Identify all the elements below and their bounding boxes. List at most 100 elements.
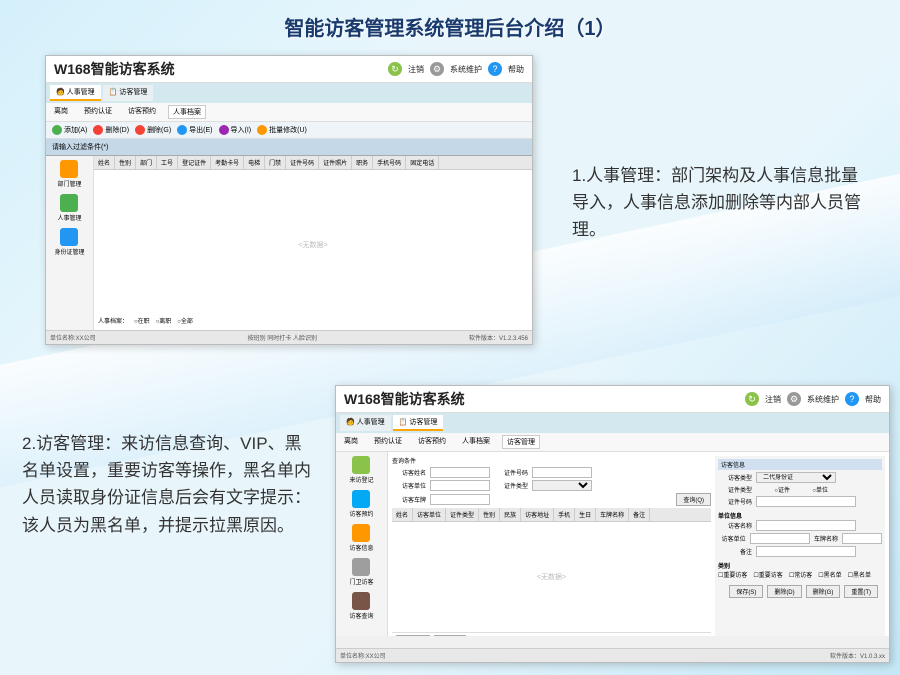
main-tabs: 🧑 人事管理 📋 访客管理 (46, 83, 532, 103)
col-header[interactable]: 手机号码 (373, 156, 406, 169)
select-type[interactable]: 二代身份证 (756, 472, 836, 483)
export-button[interactable]: 导出(E) (177, 125, 212, 135)
sidebar-item-guard[interactable]: 门卫访客 (349, 558, 373, 586)
col-header[interactable]: 访客地址 (521, 508, 554, 521)
title-bar: W168智能访客系统 ↻注销 ⚙系统维护 ?帮助 (46, 56, 532, 83)
col-header[interactable]: 姓名 (94, 156, 115, 169)
chk-vip[interactable]: ☐重要访客 (718, 570, 747, 579)
import-button[interactable]: 导入(I) (219, 125, 252, 135)
col-header[interactable]: 证件类型 (446, 508, 479, 521)
col-header[interactable]: 登记证件 (178, 156, 211, 169)
logout-icon[interactable]: ↻ (745, 392, 759, 406)
sidebar-item-dept[interactable]: 部门管理 (57, 160, 81, 188)
col-header[interactable]: 性别 (115, 156, 136, 169)
subtab-active[interactable]: 人事档案 (168, 105, 206, 119)
chk-vip2[interactable]: ☐重要访客 (753, 570, 782, 579)
col-header[interactable]: 备注 (629, 508, 650, 521)
col-header[interactable]: 车牌名称 (596, 508, 629, 521)
radio-active[interactable]: ○在职 (134, 316, 150, 325)
col-header[interactable]: 证件号码 (286, 156, 319, 169)
delete-g-button[interactable]: 删除(G) (806, 585, 841, 598)
filter-bar[interactable]: 请输入过滤条件(*) (46, 139, 532, 156)
sidebar-item-appoint[interactable]: 访客预约 (349, 490, 373, 518)
subtab[interactable]: 访客预约 (124, 105, 160, 119)
app-window-hr: W168智能访客系统 ↻注销 ⚙系统维护 ?帮助 🧑 人事管理 📋 访客管理 离… (45, 55, 533, 345)
tab-visitor[interactable]: 📋 访客管理 (103, 85, 154, 101)
col-header[interactable]: 部门 (136, 156, 157, 169)
sidebar-item-register[interactable]: 来访登记 (349, 456, 373, 484)
col-header[interactable]: 固定电话 (406, 156, 439, 169)
help-icon[interactable]: ? (845, 392, 859, 406)
app-title: W168智能访客系统 (54, 59, 175, 79)
input-plate2[interactable] (842, 533, 882, 544)
logout-icon[interactable]: ↻ (388, 62, 402, 76)
delete-button[interactable]: 删除(D) (767, 585, 801, 598)
input-unit[interactable] (430, 480, 490, 491)
section-title: 查询条件 (392, 456, 711, 465)
col-header[interactable]: 姓名 (392, 508, 413, 521)
col-header[interactable]: 证件照片 (319, 156, 352, 169)
sidebar-item-id[interactable]: 身份证管理 (54, 228, 84, 256)
sidebar-item-query[interactable]: 访客查询 (349, 592, 373, 620)
radio-inactive[interactable]: ○离职 (156, 316, 172, 325)
col-header[interactable]: 访客单位 (413, 508, 446, 521)
subtab[interactable]: 人事档案 (458, 435, 494, 449)
sidebar-item-hr[interactable]: 人事管理 (57, 194, 81, 222)
col-header[interactable]: 手机 (554, 508, 575, 521)
status-options: 按班别 同时打卡 人脸识别 (248, 333, 317, 342)
subtab-active[interactable]: 访客管理 (502, 435, 540, 449)
col-header[interactable]: 门禁 (265, 156, 286, 169)
toolbar: 添加(A) 删除(D) 删除(G) 导出(E) 导入(I) 批量修改(U) (46, 122, 532, 139)
input-unit-dept[interactable] (750, 533, 810, 544)
input-name[interactable] (430, 467, 490, 478)
subtab[interactable]: 离岗 (50, 105, 72, 119)
export-button[interactable]: 导出(E) (396, 635, 430, 636)
radio-all[interactable]: ○全部 (177, 316, 193, 325)
col-header[interactable]: 电梯 (244, 156, 265, 169)
chk-regular[interactable]: ☐常访客 (789, 570, 812, 579)
help-icon[interactable]: ? (488, 62, 502, 76)
input-detail-idno[interactable] (756, 496, 856, 507)
reset-button[interactable]: 重置(T) (844, 585, 878, 598)
col-header[interactable]: 考勤卡号 (211, 156, 244, 169)
subtab[interactable]: 预约认证 (80, 105, 116, 119)
batch-edit-button[interactable]: 批量修改(U) (257, 125, 307, 135)
column-headers: 姓名 性别 部门 工号 登记证件 考勤卡号 电梯 门禁 证件号码 证件照片 职务… (94, 156, 532, 170)
title-bar: W168智能访客系统 ↻注销 ⚙系统维护 ?帮助 (336, 386, 889, 413)
radio-cert[interactable]: ○证件 (756, 485, 790, 494)
add-button[interactable]: 添加(A) (52, 125, 87, 135)
label-idno: 证件号码 (494, 468, 528, 477)
settings-icon[interactable]: ⚙ (787, 392, 801, 406)
radio-unit[interactable]: ○单位 (794, 485, 828, 494)
delete-button[interactable]: 删除(D) (93, 125, 129, 135)
query-form: 查询条件 访客姓名 证件号码 访客单位 证件类型 访客车牌 查询(Q) (388, 452, 889, 636)
subtab[interactable]: 离岗 (340, 435, 362, 449)
query-button[interactable]: 查询(Q) (676, 493, 711, 506)
col-header[interactable]: 民族 (500, 508, 521, 521)
detail-panel: 访客信息 访客类型二代身份证 证件类型 ○证件 ○单位 证件号码 单位信息 访客… (715, 456, 885, 636)
tab-hr[interactable]: 🧑 人事管理 (340, 415, 391, 431)
main-tabs: 🧑 人事管理 📋 访客管理 (336, 413, 889, 433)
col-header[interactable]: 工号 (157, 156, 178, 169)
input-plate[interactable] (430, 494, 490, 505)
chk-black2[interactable]: ☐黑名单 (848, 570, 871, 579)
grid-headers: 姓名 访客单位 证件类型 性别 民族 访客地址 手机 生日 车牌名称 备注 (392, 508, 711, 522)
tab-hr[interactable]: 🧑 人事管理 (50, 85, 101, 101)
delete-g-button[interactable]: 删除(G) (135, 125, 171, 135)
col-header[interactable]: 职务 (352, 156, 373, 169)
sidebar-item-info[interactable]: 访客信息 (349, 524, 373, 552)
select-idtype[interactable] (532, 480, 592, 491)
input-unit-name[interactable] (756, 520, 856, 531)
save-button[interactable]: 保存(S) (729, 585, 763, 598)
subtab[interactable]: 访客预约 (414, 435, 450, 449)
settings-icon[interactable]: ⚙ (430, 62, 444, 76)
input-note[interactable] (756, 546, 856, 557)
col-header[interactable]: 性别 (479, 508, 500, 521)
import-button[interactable]: 导入(I) (434, 635, 466, 636)
input-idno[interactable] (532, 467, 592, 478)
page-title: 智能访客管理系统管理后台介绍（1） (0, 0, 900, 41)
subtab[interactable]: 预约认证 (370, 435, 406, 449)
chk-black[interactable]: ☐黑名单 (818, 570, 841, 579)
tab-visitor[interactable]: 📋 访客管理 (393, 415, 444, 431)
col-header[interactable]: 生日 (575, 508, 596, 521)
